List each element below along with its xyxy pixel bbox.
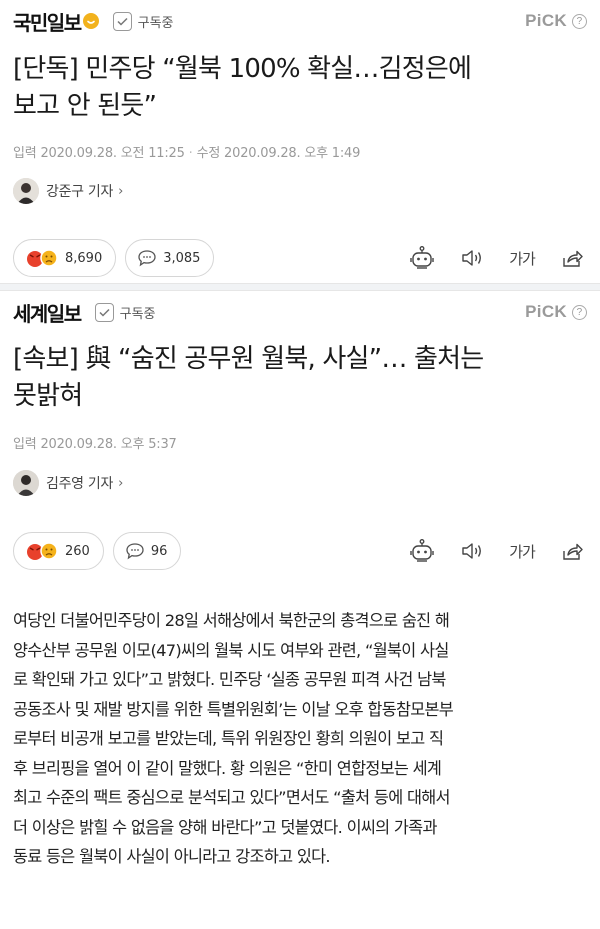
- share-icon[interactable]: [557, 536, 587, 566]
- font-size-button[interactable]: 가가: [507, 243, 537, 273]
- tool-group: 가가: [387, 243, 587, 273]
- angry-face-icon: [27, 542, 58, 560]
- chevron-right-icon: ›: [118, 183, 124, 199]
- headline: [속보] 與 “숨진 공무원 월북, 사실”… 출처는 못밝혀: [13, 341, 590, 415]
- comment-button[interactable]: 96: [112, 532, 182, 570]
- headline-line: 보고 안 된듯”: [13, 91, 157, 121]
- robot-summary-icon[interactable]: [407, 536, 437, 566]
- robot-summary-icon[interactable]: [407, 243, 437, 273]
- reaction-count: 8,690: [65, 250, 103, 266]
- checkbox-icon: [94, 302, 114, 322]
- article-card-2: 세계일보 구독중 PiCK ? [속보] 與 “숨진 공무원 월북, 사실”… …: [0, 291, 600, 581]
- reporter-avatar: [13, 470, 39, 496]
- body-line: 여당인 더불어민주당이 28일 서해상에서 북한군의 총격으로 숨진 해: [13, 611, 450, 630]
- comment-button[interactable]: 3,085: [125, 239, 215, 277]
- reporter-link[interactable]: 강준구 기자 ›: [13, 177, 123, 205]
- subscribe-button[interactable]: 구독중: [112, 11, 174, 31]
- headline-line: [속보] 與 “숨진 공무원 월북, 사실”… 출처는: [13, 344, 484, 374]
- article-body: 여당인 더불어민주당이 28일 서해상에서 북한군의 총격으로 숨진 해 양수산…: [13, 606, 588, 872]
- subscribe-button[interactable]: 구독중: [94, 302, 156, 322]
- angry-face-icon: [27, 249, 58, 267]
- comment-count: 96: [150, 543, 168, 559]
- reaction-button[interactable]: 260: [13, 532, 104, 570]
- reporter-avatar: [13, 178, 39, 204]
- body-line: 후 브리핑을 열어 이 같이 말했다. 황 의원은 “한미 연합정보는 세계: [13, 758, 442, 778]
- pick-badge[interactable]: PiCK ?: [525, 302, 587, 322]
- body-line: 더 이상은 밝힐 수 없음을 양해 바란다”고 덧붙였다. 이씨의 가족과: [13, 817, 437, 837]
- reporter-link[interactable]: 김주영 기자 ›: [13, 469, 123, 497]
- body-line: 최고 수준의 팩트 중심으로 분석되고 있다”면서도 “출처 등에 대해서: [13, 788, 451, 807]
- help-icon[interactable]: ?: [572, 13, 587, 29]
- input-time: 입력 2020.09.28. 오후 5:37: [13, 437, 177, 452]
- reaction-button[interactable]: 8,690: [13, 239, 117, 277]
- comment-bubble-icon: [126, 543, 144, 560]
- body-line: 로부터 비공개 보고를 받았는데, 특위 위원장인 황희 의원이 보고 직: [13, 729, 444, 748]
- comment-count: 3,085: [163, 250, 201, 266]
- article-card-1: 국민일보 구독중 PiCK ? [단독] 민주당 “월북 100% 확실…김정은…: [0, 0, 600, 283]
- checkbox-icon: [112, 11, 132, 31]
- emoji-check-icon: [82, 13, 99, 29]
- reporter-name: 김주영 기자: [46, 476, 114, 492]
- body-line: 양수산부 공무원 이모(47)씨의 월북 시도 여부와 관련, “월북이 사실: [13, 640, 449, 660]
- chevron-right-icon: ›: [118, 475, 124, 491]
- comment-bubble-icon: [138, 250, 156, 267]
- font-size-label: 가가: [509, 249, 536, 268]
- headline-line: [단독] 민주당 “월북 100% 확실…김정은에: [13, 54, 472, 84]
- body-line: 동료 등은 월북이 사실이 아니라고 강조하고 있다.: [13, 847, 331, 866]
- action-bar: 260 96 가가: [13, 531, 587, 571]
- body-line: 공동조사 및 재발 방지를 위한 특별위원회’는 이날 오후 합동참모본부: [13, 699, 454, 719]
- article-header: 국민일보 구독중 PiCK ?: [13, 5, 587, 37]
- share-icon[interactable]: [557, 243, 587, 273]
- font-size-button[interactable]: 가가: [507, 536, 537, 566]
- action-bar: 8,690 3,085 가가: [13, 238, 587, 278]
- pick-label: PiCK: [525, 302, 567, 321]
- headline-line: 못밝혀: [13, 381, 83, 411]
- modified-time: 수정 2020.09.28. 오후 1:49: [196, 146, 361, 161]
- speaker-icon[interactable]: [457, 536, 487, 566]
- font-size-label: 가가: [509, 542, 536, 561]
- subscribe-label: 구독중: [119, 306, 156, 322]
- tool-group: 가가: [387, 536, 587, 566]
- help-icon[interactable]: ?: [572, 304, 587, 320]
- speaker-icon[interactable]: [457, 243, 487, 273]
- press-logo[interactable]: 세계일보: [13, 298, 82, 327]
- reporter-name: 강준구 기자: [46, 184, 114, 200]
- article-separator: [0, 283, 600, 291]
- article-header: 세계일보 구독중 PiCK ?: [13, 296, 587, 328]
- press-logo[interactable]: 국민일보: [13, 7, 82, 36]
- subscribe-label: 구독중: [137, 15, 174, 31]
- pick-label: PiCK: [525, 11, 567, 30]
- body-line: 로 확인돼 가고 있다”고 밝혔다. 민주당 ‘실종 공무원 피격 사건 남북: [13, 670, 446, 689]
- article-meta: 입력 2020.09.28. 오후 5:37: [13, 433, 177, 452]
- reaction-count: 260: [65, 543, 90, 559]
- article-meta: 입력 2020.09.28. 오전 11:25 · 수정 2020.09.28. 오…: [13, 146, 361, 161]
- headline: [단독] 민주당 “월북 100% 확실…김정은에 보고 안 된듯”: [13, 51, 590, 125]
- input-time: 입력 2020.09.28. 오전 11:25: [13, 146, 185, 161]
- pick-badge[interactable]: PiCK ?: [525, 11, 587, 31]
